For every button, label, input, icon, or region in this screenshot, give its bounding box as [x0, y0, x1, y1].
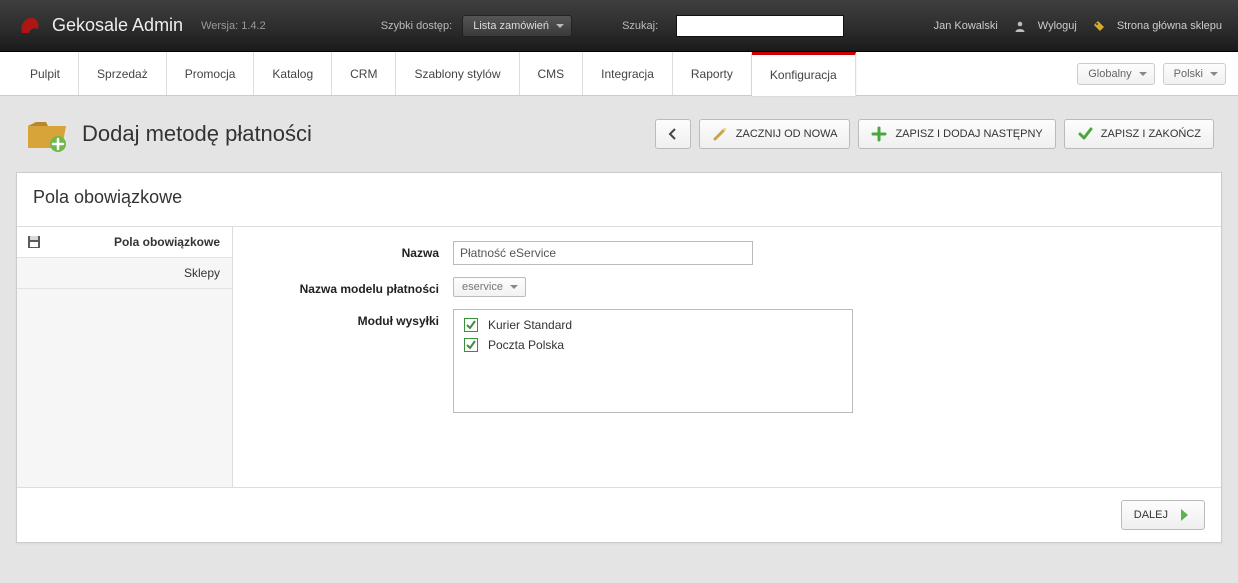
tab-label: CMS [538, 67, 565, 81]
scope-select[interactable]: Globalny [1077, 63, 1154, 85]
tab-crm[interactable]: CRM [332, 52, 396, 95]
quick-access-value: Lista zamówień [473, 20, 549, 32]
brand-title: Gekosale Admin [52, 15, 183, 36]
ship-option-label: Poczta Polska [488, 338, 564, 352]
tab-promocja[interactable]: Promocja [167, 52, 255, 95]
wand-icon [712, 126, 728, 142]
form-panel: Pola obowiązkowe Pola obowiązkowe Sklepy… [16, 172, 1222, 543]
panel-footer: DALEJ [17, 487, 1221, 542]
save-and-close-label: ZAPISZ I ZAKOŃCZ [1101, 128, 1201, 140]
tab-label: Sprzedaż [97, 67, 148, 81]
save-and-next-button[interactable]: ZAPISZ I DODAJ NASTĘPNY [858, 119, 1055, 149]
tab-label: Szablony stylów [414, 67, 500, 81]
model-label: Nazwa modelu płatności [253, 277, 453, 296]
tab-integracja[interactable]: Integracja [583, 52, 673, 95]
language-value: Polski [1174, 68, 1203, 80]
name-input[interactable] [453, 241, 753, 265]
sidebar-item-required[interactable]: Pola obowiązkowe [17, 227, 232, 258]
folder-add-icon [24, 114, 68, 154]
checkbox-kurier-standard[interactable] [464, 318, 478, 332]
quick-access: Szybki dostęp: Lista zamówień Szukaj: [381, 15, 844, 37]
list-item: Kurier Standard [464, 318, 842, 332]
scope-value: Globalny [1088, 68, 1131, 80]
top-user-name[interactable]: Jan Kowalski [934, 20, 998, 32]
tab-label: Pulpit [30, 67, 60, 81]
ship-option-label: Kurier Standard [488, 318, 572, 332]
tab-label: Promocja [185, 67, 236, 81]
main-nav: Pulpit Sprzedaż Promocja Katalog CRM Sza… [0, 52, 1238, 96]
top-bar: Gekosale Admin Wersja: 1.4.2 Szybki dost… [0, 0, 1238, 52]
top-search-input[interactable] [676, 15, 844, 37]
tab-sprzedaz[interactable]: Sprzedaż [79, 52, 167, 95]
quick-access-label: Szybki dostęp: [381, 20, 453, 32]
arrow-right-icon [1176, 507, 1192, 523]
sidebar-item-shops[interactable]: Sklepy [17, 258, 232, 289]
sidebar-item-label: Sklepy [184, 266, 220, 280]
page-header: Dodaj metodę płatności ZACZNIJ OD NOWA Z… [0, 96, 1238, 172]
checkbox-poczta-polska[interactable] [464, 338, 478, 352]
tab-label: Konfiguracja [770, 68, 837, 82]
brand-logo-icon [16, 13, 42, 39]
list-item: Poczta Polska [464, 338, 842, 352]
plus-icon [871, 126, 887, 142]
shipping-label: Moduł wysyłki [253, 309, 453, 328]
tab-label: Katalog [272, 67, 313, 81]
tab-konfiguracja[interactable]: Konfiguracja [752, 52, 856, 96]
tab-cms[interactable]: CMS [520, 52, 584, 95]
version-text: Wersja: 1.4.2 [201, 20, 266, 32]
save-and-next-label: ZAPISZ I DODAJ NASTĘPNY [895, 128, 1042, 140]
top-search-label: Szukaj: [622, 20, 658, 32]
tab-raporty[interactable]: Raporty [673, 52, 752, 95]
restart-button[interactable]: ZACZNIJ OD NOWA [699, 119, 851, 149]
language-select[interactable]: Polski [1163, 63, 1226, 85]
tab-label: CRM [350, 67, 377, 81]
restart-label: ZACZNIJ OD NOWA [736, 128, 838, 140]
tab-label: Raporty [691, 67, 733, 81]
store-home-link[interactable]: Strona główna sklepu [1117, 20, 1222, 32]
save-and-close-button[interactable]: ZAPISZ I ZAKOŃCZ [1064, 119, 1214, 149]
tab-katalog[interactable]: Katalog [254, 52, 332, 95]
form-area: Nazwa Nazwa modelu płatności eservice Mo… [233, 227, 1221, 487]
name-label: Nazwa [253, 241, 453, 260]
check-icon [1077, 126, 1093, 142]
quick-access-dropdown[interactable]: Lista zamówień [462, 15, 572, 37]
tab-szablony[interactable]: Szablony stylów [396, 52, 519, 95]
tag-icon [1093, 20, 1105, 32]
floppy-icon [27, 235, 41, 249]
panel-title: Pola obowiązkowe [17, 173, 1221, 227]
model-select-value: eservice [462, 281, 503, 293]
tab-pulpit[interactable]: Pulpit [12, 52, 79, 95]
sidebar-item-label: Pola obowiązkowe [114, 235, 220, 249]
next-label: DALEJ [1134, 509, 1168, 521]
next-button[interactable]: DALEJ [1121, 500, 1205, 530]
logout-link[interactable]: Wyloguj [1038, 20, 1077, 32]
model-select[interactable]: eservice [453, 277, 526, 297]
user-icon [1014, 20, 1026, 32]
back-button[interactable] [655, 119, 691, 149]
arrow-left-icon [665, 126, 681, 142]
page-title: Dodaj metodę płatności [82, 121, 312, 147]
tab-label: Integracja [601, 67, 654, 81]
shipping-module-list: Kurier Standard Poczta Polska [453, 309, 853, 413]
top-right: Jan Kowalski Wyloguj Strona główna sklep… [934, 20, 1222, 32]
panel-sidebar: Pola obowiązkowe Sklepy [17, 227, 233, 487]
